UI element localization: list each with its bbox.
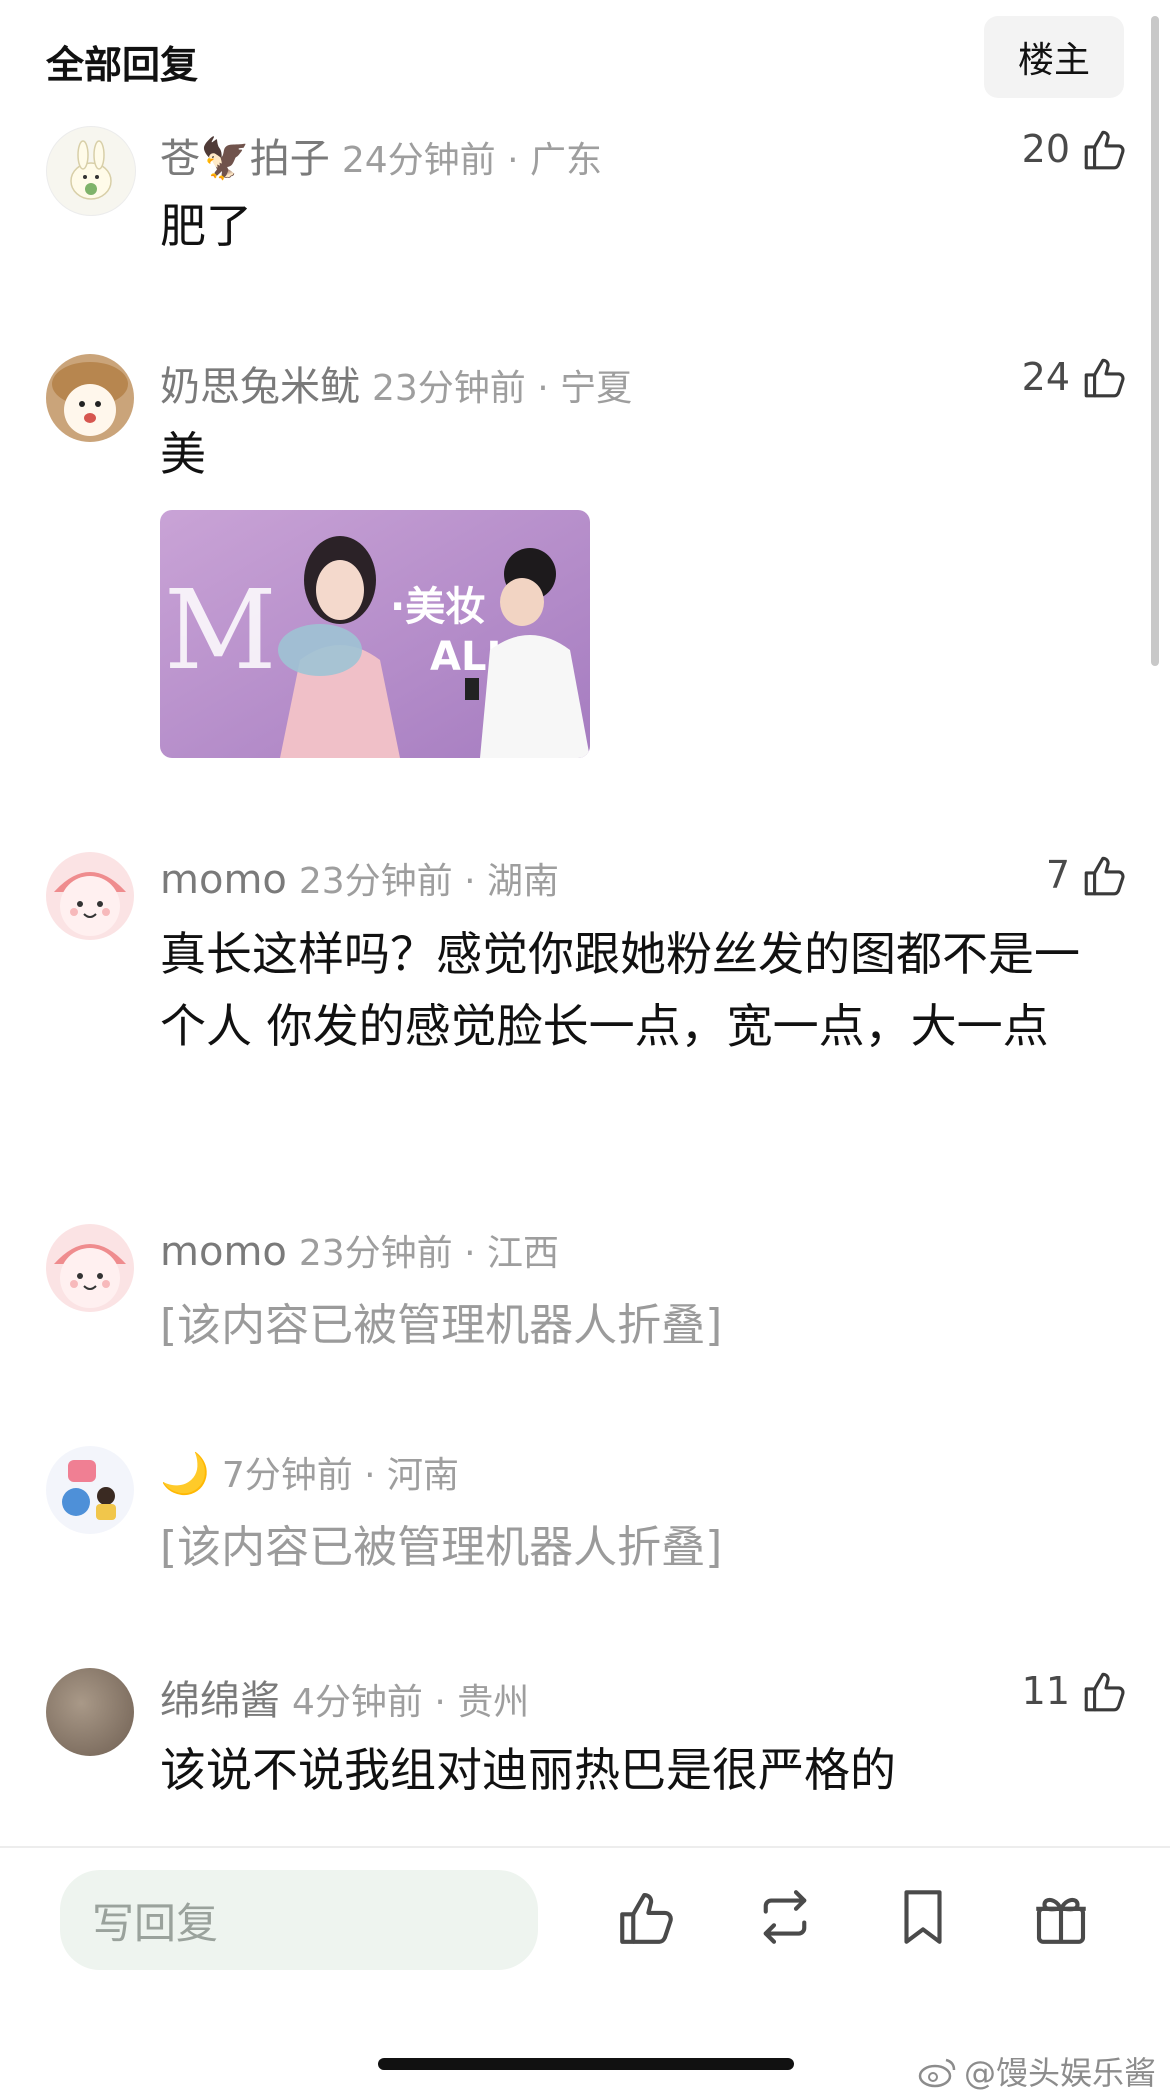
comment-meta: 23分钟前 · 湖南 — [298, 861, 560, 902]
thumbs-up-icon — [1084, 130, 1125, 170]
comment-meta: 23分钟前 · 江西 — [298, 1233, 560, 1274]
comment-meta: 4分钟前 · 贵州 — [292, 1682, 530, 1723]
gift-icon[interactable] — [1028, 1884, 1094, 1950]
thumbs-up-icon — [1084, 358, 1125, 398]
svg-text:·美妆: ·美妆 — [390, 584, 485, 630]
svg-text:M: M — [164, 566, 277, 694]
watermark-text: @馒头娱乐酱 — [963, 2054, 1156, 2092]
divider — [0, 1846, 1170, 1848]
username[interactable]: 奶思兔米鱿 23分钟前 · 宁夏 — [160, 354, 632, 412]
like-count: 24 — [1021, 355, 1070, 399]
scrollbar[interactable] — [1151, 16, 1159, 666]
op-only-button[interactable]: 楼主 — [984, 16, 1124, 98]
like-button[interactable]: 24 — [1022, 352, 1130, 402]
avatar[interactable] — [46, 1668, 134, 1756]
avatar[interactable] — [46, 1224, 134, 1312]
username-text[interactable]: momo — [160, 1229, 287, 1275]
username-text[interactable]: 苍🦅拍子 — [160, 136, 330, 182]
username-text[interactable]: 绵绵酱 — [160, 1678, 280, 1724]
username-text[interactable]: 奶思兔米鱿 — [160, 364, 360, 410]
username[interactable]: momo 23分钟前 · 湖南 — [160, 852, 559, 904]
like-button[interactable]: 20 — [1022, 124, 1130, 174]
comment-text: 肥了 — [160, 199, 252, 253]
comment-text: 美 — [160, 427, 206, 481]
comment-text: 该说不说我组对迪丽热巴是很严格的 — [160, 1743, 896, 1797]
page-title: 全部回复 — [46, 43, 199, 87]
username[interactable]: 苍🦅拍子 24分钟前 · 广东 — [160, 126, 602, 184]
reply-input[interactable]: 写回复 — [60, 1870, 538, 1970]
thumbs-up-icon — [1084, 856, 1125, 896]
avatar[interactable] — [46, 852, 134, 940]
comment-meta: 7分钟前 · 河南 — [221, 1455, 460, 1496]
like-action-icon[interactable] — [614, 1884, 680, 1950]
like-count: 7 — [1045, 853, 1070, 897]
avatar[interactable] — [46, 354, 134, 442]
avatar[interactable] — [46, 1446, 134, 1534]
bookmark-icon[interactable] — [890, 1884, 956, 1950]
like-count: 20 — [1021, 127, 1070, 171]
like-button[interactable]: 11 — [1022, 1666, 1130, 1716]
weibo-icon — [918, 2058, 956, 2088]
thumbs-up-icon — [1084, 1672, 1125, 1712]
like-button[interactable]: 7 — [1046, 850, 1130, 900]
like-count: 11 — [1021, 1669, 1070, 1713]
header: 全部回复 楼主 — [0, 0, 1170, 118]
username[interactable]: 绵绵酱 4分钟前 · 贵州 — [160, 1668, 529, 1726]
username-text[interactable]: momo — [160, 857, 287, 903]
home-indicator — [378, 2058, 794, 2070]
repost-icon[interactable] — [752, 1884, 818, 1950]
watermark: @馒头娱乐酱 — [918, 2048, 1156, 2094]
folded-comment-text[interactable]: [该内容已被管理机器人折叠] — [160, 1512, 1110, 1584]
comment-text: 真长这样吗？感觉你跟她粉丝发的图都不是一个人 你发的感觉脸长一点，宽一点，大一点 — [160, 927, 1080, 1053]
username-text[interactable]: 🌙 — [160, 1451, 210, 1497]
avatar[interactable] — [46, 126, 136, 216]
comment-meta: 24分钟前 · 广东 — [341, 140, 602, 181]
folded-comment-text[interactable]: [该内容已被管理机器人折叠] — [160, 1290, 1110, 1362]
comment-meta: 23分钟前 · 宁夏 — [372, 368, 633, 409]
username[interactable]: 🌙 7分钟前 · 河南 — [160, 1446, 459, 1498]
username[interactable]: momo 23分钟前 · 江西 — [160, 1224, 559, 1276]
comment-photo[interactable]: M ·美妆 ALL — [160, 510, 590, 758]
